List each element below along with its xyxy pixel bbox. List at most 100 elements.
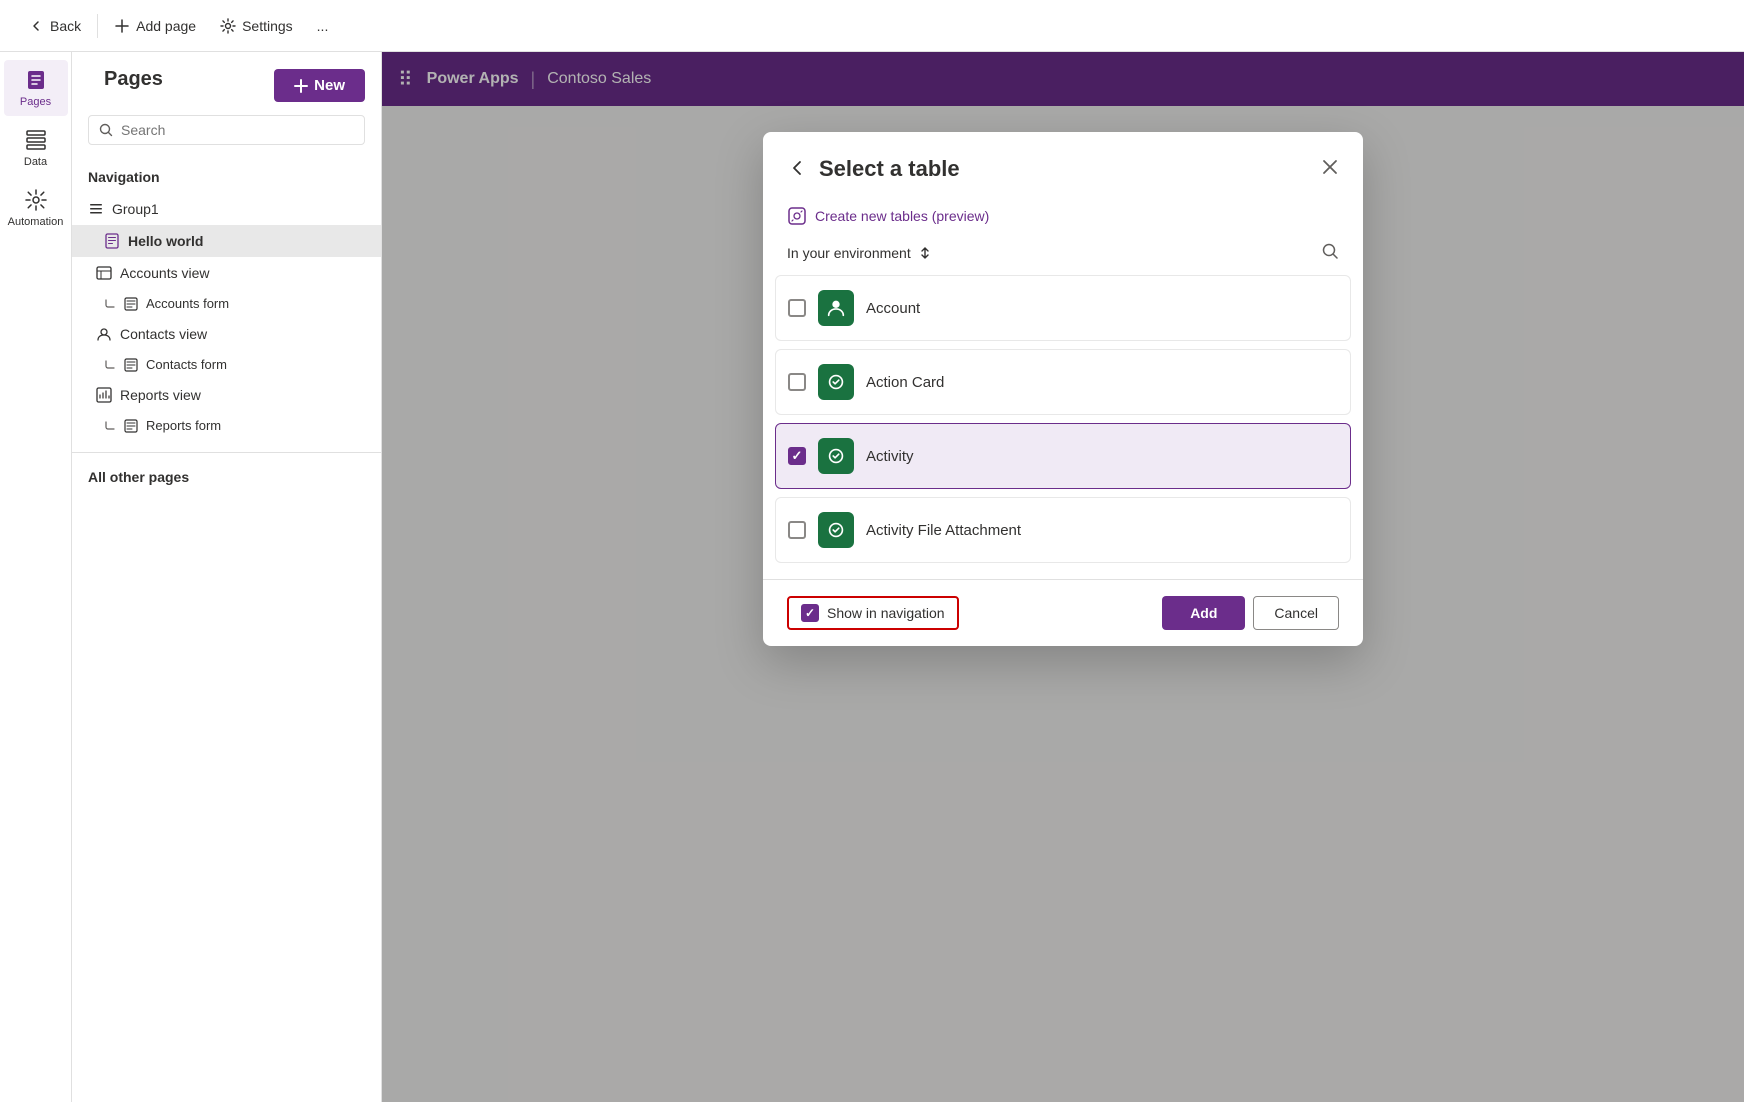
nav-item-reports-form[interactable]: Reports form [72,411,381,440]
activity-table-icon [825,445,847,467]
settings-label: Settings [242,18,293,34]
search-icon [99,123,113,137]
action-card-table-icon [825,371,847,393]
topbar: Back Add page Settings ... [0,0,1744,52]
close-icon [1321,158,1339,176]
child-arrow-icon [104,298,116,310]
activity-file-attachment-checkbox[interactable] [788,521,806,539]
group1-label: Group1 [112,201,159,217]
back-icon [28,18,44,34]
modal-back-button[interactable] [787,158,807,181]
more-button[interactable]: ... [305,12,341,40]
search-tables-icon [1321,242,1339,260]
settings-icon [220,18,236,34]
main-content: ⠿ Power Apps | Contoso Sales Select a ta… [382,52,1744,1102]
nav-item-accounts-form[interactable]: Accounts form [72,289,381,318]
form-icon [124,297,138,311]
nav-group1-header[interactable]: Group1 [72,193,381,225]
account-label: Account [866,300,920,317]
add-button[interactable]: Add [1162,596,1245,630]
activity-label: Activity [866,448,914,465]
child-arrow-icon-2 [104,359,116,371]
filter-label[interactable]: In your environment [787,245,933,261]
create-new-tables-label: Create new tables (preview) [815,208,989,224]
pages-panel: Pages New Navigation [72,52,382,1102]
sidebar-item-data[interactable]: Data [4,120,68,176]
nav-item-reports-view[interactable]: Reports view [72,379,381,411]
modal-title-area: Select a table [787,156,960,182]
show-in-navigation-checkbox[interactable]: ✓ [801,604,819,622]
new-button[interactable]: New [274,69,365,102]
contacts-form-icon [124,358,138,372]
create-new-tables-link[interactable]: Create new tables (preview) [763,198,1363,242]
search-tables-button[interactable] [1321,242,1339,263]
modal-header: Select a table [763,132,1363,198]
contacts-view-label: Contacts view [120,326,207,342]
new-label: New [314,77,345,94]
pages-icon [24,68,48,92]
reports-form-icon [124,419,138,433]
pages-title: Pages [88,68,179,103]
new-plus-icon [294,79,308,93]
cancel-button[interactable]: Cancel [1253,596,1339,630]
select-table-modal: Select a table Create new t [763,132,1363,646]
table-row-action-card[interactable]: Action Card [775,349,1351,415]
nav-item-contacts-form[interactable]: Contacts form [72,350,381,379]
sidebar-item-pages[interactable]: Pages [4,60,68,116]
activity-checkmark: ✓ [792,448,803,464]
contacts-form-label: Contacts form [146,357,227,372]
nav-item-hello-world[interactable]: Hello world [72,225,381,257]
modal-overlay: Select a table Create new t [382,52,1744,1102]
nav-group1: Group1 Hello world Accounts v [72,189,381,444]
sidebar-item-automation[interactable]: Automation [4,180,68,236]
table-row-account[interactable]: Account [775,275,1351,341]
automation-icon [24,188,48,212]
search-box[interactable] [88,115,365,145]
nav-item-contacts-view[interactable]: Contacts view [72,318,381,350]
accounts-view-icon [96,265,112,281]
modal-close-button[interactable] [1321,158,1339,181]
sort-icon [917,245,933,261]
show-nav-checkmark: ✓ [805,606,815,620]
account-checkbox[interactable] [788,299,806,317]
create-tables-icon [787,206,807,226]
activity-checkbox[interactable]: ✓ [788,447,806,465]
add-page-button[interactable]: Add page [102,12,208,40]
activity-file-table-icon [825,519,847,541]
table-row-activity-file-attachment[interactable]: Activity File Attachment [775,497,1351,563]
modal-title: Select a table [819,156,960,182]
reports-view-label: Reports view [120,387,201,403]
account-table-icon [825,297,847,319]
data-icon [24,128,48,152]
footer-buttons: Add Cancel [1162,596,1339,630]
more-label: ... [317,18,329,34]
topbar-divider [97,14,98,38]
reports-form-label: Reports form [146,418,221,433]
icon-sidebar: Pages Data Automation [0,52,72,1102]
activity-file-attachment-label: Activity File Attachment [866,522,1021,539]
settings-button[interactable]: Settings [208,12,305,40]
back-button[interactable]: Back [16,12,93,40]
sidebar-automation-label: Automation [8,216,64,228]
search-input[interactable] [121,122,354,138]
page-icon [104,233,120,249]
table-row-activity[interactable]: ✓ Activity [775,423,1351,489]
activity-file-attachment-icon [818,512,854,548]
action-card-checkbox[interactable] [788,373,806,391]
show-in-navigation-area[interactable]: ✓ Show in navigation [787,596,959,630]
nav-item-accounts-view[interactable]: Accounts view [72,257,381,289]
action-card-label: Action Card [866,374,944,391]
section-divider [72,452,381,453]
modal-back-icon [787,158,807,178]
sidebar-data-label: Data [24,156,47,168]
sidebar-pages-label: Pages [20,96,51,108]
main-layout: Pages Data Automation Pages [0,52,1744,1102]
account-icon [818,290,854,326]
accounts-view-label: Accounts view [120,265,209,281]
all-other-pages-title: All other pages [72,461,381,489]
accounts-form-label: Accounts form [146,296,229,311]
reports-view-icon [96,387,112,403]
back-label: Back [50,18,81,34]
modal-filter-bar: In your environment [763,242,1363,275]
environment-label: In your environment [787,245,911,261]
